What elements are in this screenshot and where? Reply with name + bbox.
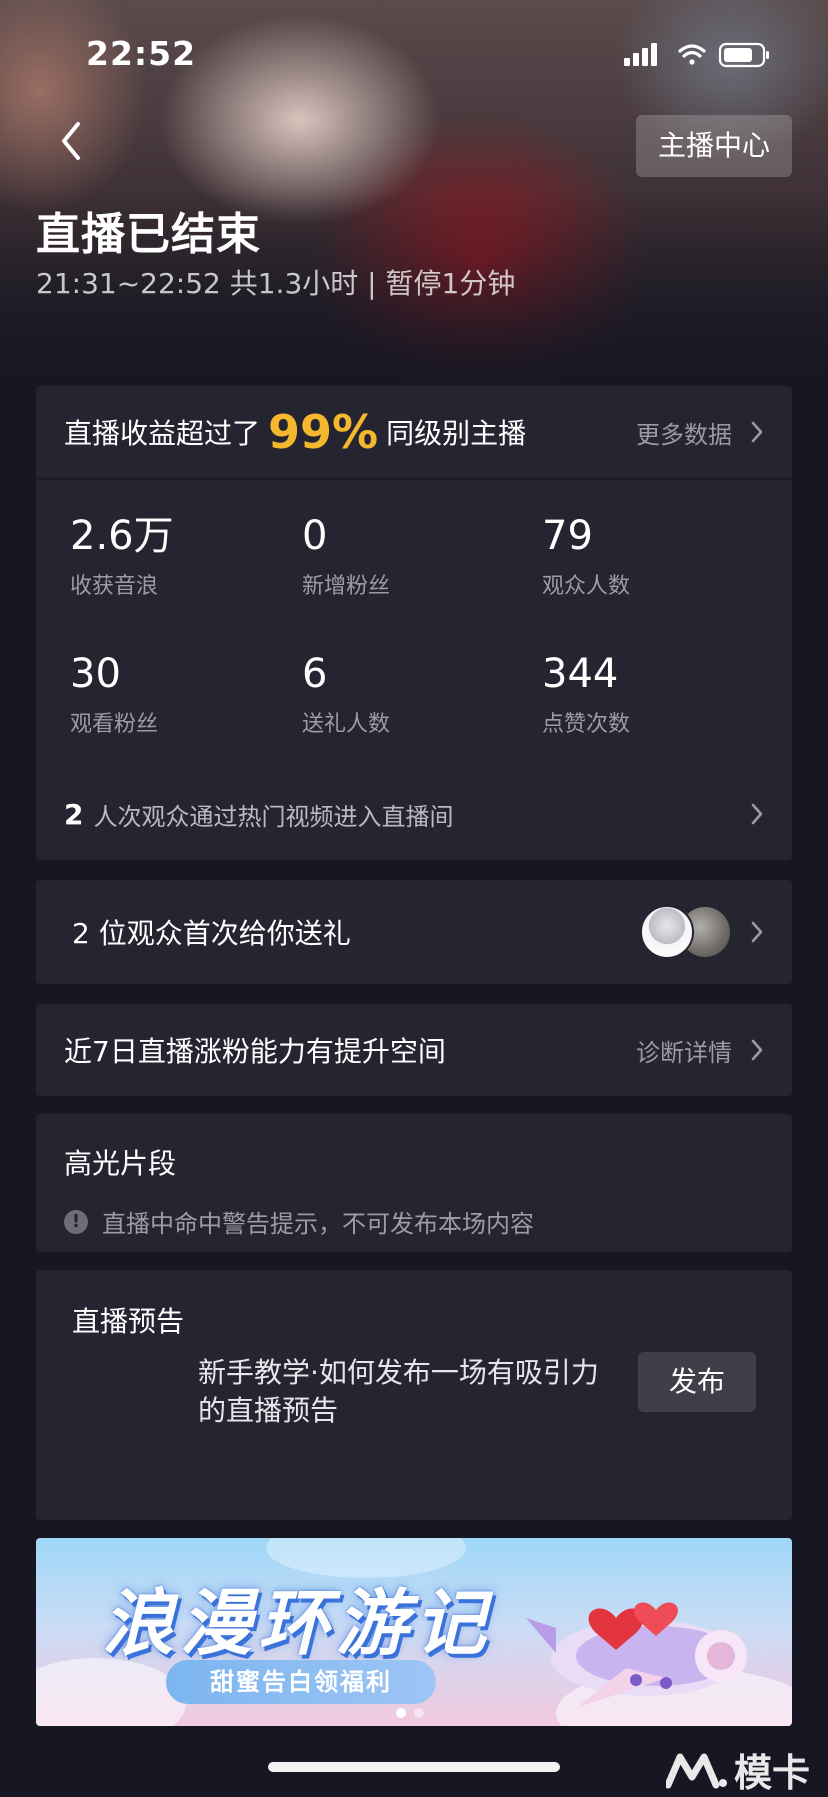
- avatar: [640, 905, 694, 959]
- first-gift-row[interactable]: 2 位观众首次给你送礼: [36, 880, 792, 984]
- chevron-right-icon: [751, 421, 763, 443]
- stats-card: 直播收益超过了 99% 同级别主播 更多数据 2.6万 收获音浪 0 新增粉丝 …: [36, 386, 792, 860]
- diagnose-details-label: 诊断详情: [636, 1038, 732, 1067]
- watermark-text: 模卡: [733, 1751, 810, 1795]
- stat-value: 2.6万: [70, 513, 174, 559]
- stat-item: 79 观众人数: [542, 512, 772, 600]
- battery-icon: [718, 42, 769, 68]
- stat-value: 344: [542, 651, 619, 697]
- banner-title: 浪漫环游记: [102, 1581, 493, 1665]
- watermark-logo-icon: [665, 1753, 727, 1788]
- gift-avatars: [640, 905, 764, 959]
- stat-label: 收获音浪: [70, 574, 159, 599]
- summary-suffix: 同级别主播: [386, 417, 527, 450]
- stat-item: 6 送礼人数: [302, 650, 532, 738]
- banner-subtitle: 甜蜜告白领福利: [166, 1660, 436, 1704]
- highlight-title: 高光片段: [64, 1147, 177, 1180]
- carousel-dot[interactable]: [414, 1708, 424, 1718]
- publish-button[interactable]: 发布: [638, 1352, 756, 1412]
- stat-label: 点赞次数: [542, 712, 631, 737]
- status-time: 22:52: [86, 34, 197, 73]
- chevron-left-icon: [62, 122, 80, 160]
- back-button[interactable]: [52, 116, 92, 166]
- live-preview-tutorial[interactable]: 新手教学·如何发布一场有吸引力的直播预告: [198, 1354, 608, 1430]
- more-data-link[interactable]: 更多数据: [636, 415, 764, 450]
- chevron-right-icon: [751, 921, 763, 943]
- anchor-center-button[interactable]: 主播中心: [636, 115, 792, 177]
- stat-label: 观看粉丝: [70, 712, 159, 737]
- fan-growth-row[interactable]: 近7日直播涨粉能力有提升空间 诊断详情: [36, 1004, 792, 1096]
- chevron-right-icon: [751, 1039, 763, 1061]
- page-title: 直播已结束: [36, 209, 261, 260]
- stat-item: 30 观看粉丝: [70, 650, 300, 738]
- signal-icon: [624, 43, 657, 66]
- hot-video-entry-row[interactable]: 2 人次观众通过热门视频进入直播间: [64, 794, 764, 834]
- stat-value: 0: [302, 513, 328, 559]
- live-preview-title: 直播预告: [72, 1305, 185, 1338]
- highlight-warning: ! 直播中命中警告提示，不可发布本场内容: [64, 1204, 764, 1239]
- stat-item: 344 点赞次数: [542, 650, 772, 738]
- watermark: 模卡: [665, 1742, 810, 1797]
- highlight-clips-card: 高光片段 ! 直播中命中警告提示，不可发布本场内容: [36, 1114, 792, 1252]
- diagnose-details-link[interactable]: 诊断详情: [636, 1033, 764, 1068]
- stat-value: 79: [542, 513, 593, 559]
- chevron-right-icon: [751, 803, 763, 825]
- highlight-warning-text: 直播中命中警告提示，不可发布本场内容: [102, 1210, 534, 1238]
- stat-item: 0 新增粉丝: [302, 512, 532, 600]
- stat-label: 新增粉丝: [302, 574, 391, 599]
- live-preview-card: 直播预告 新手教学·如何发布一场有吸引力的直播预告 发布: [36, 1270, 792, 1520]
- carousel-dot[interactable]: [396, 1708, 406, 1718]
- hot-entry-text: 人次观众通过热门视频进入直播间: [93, 802, 454, 831]
- plane-illustration: [526, 1602, 747, 1708]
- wifi-icon: [678, 44, 706, 65]
- stat-label: 送礼人数: [302, 712, 391, 737]
- summary-prefix: 直播收益超过了: [64, 417, 261, 450]
- stat-item: 2.6万 收获音浪: [70, 512, 300, 600]
- home-indicator: [268, 1762, 560, 1772]
- carousel-dots: [396, 1708, 432, 1718]
- live-duration: 21:31~22:52 共1.3小时 | 暂停1分钟: [36, 267, 516, 300]
- summary-percent: 99%: [268, 405, 379, 459]
- stat-value: 30: [70, 651, 121, 697]
- more-data-label: 更多数据: [636, 420, 732, 449]
- first-gift-label: 2 位观众首次给你送礼: [72, 917, 351, 950]
- stats-summary: 直播收益超过了 99% 同级别主播 更多数据: [36, 386, 792, 480]
- warning-icon: !: [64, 1209, 88, 1234]
- promo-banner[interactable]: 浪漫环游记 甜蜜告白领福利: [36, 1538, 792, 1726]
- stat-value: 6: [302, 651, 328, 697]
- stat-label: 观众人数: [542, 574, 631, 599]
- hot-entry-count: 2: [64, 797, 84, 831]
- status-icons: [624, 42, 769, 68]
- fan-growth-label: 近7日直播涨粉能力有提升空间: [64, 1035, 446, 1068]
